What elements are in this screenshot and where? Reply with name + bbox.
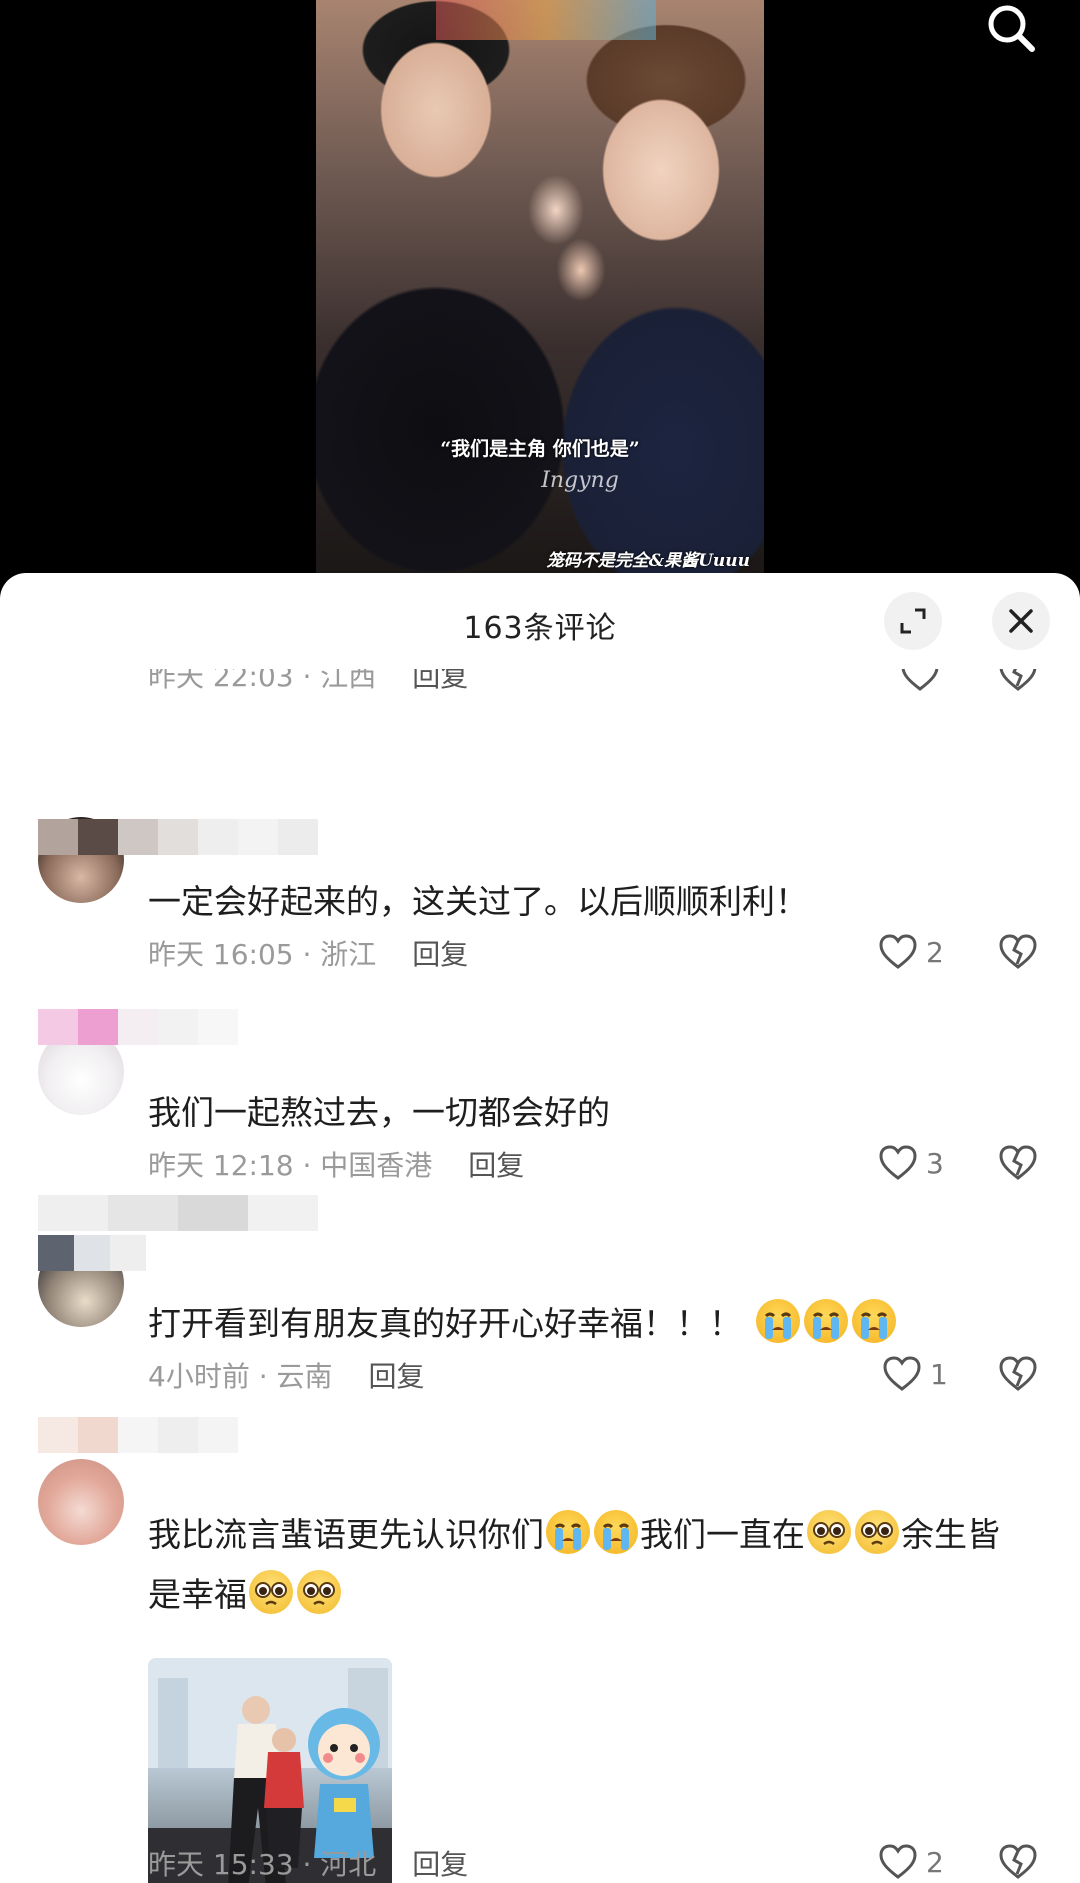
comment-sheet: 163条评论 昨天 22:03 · 江西 回复 一定会好起来的，这关过了。以后顺… xyxy=(0,573,1080,1883)
username-blurred[interactable] xyxy=(38,819,318,859)
like-count: 2 xyxy=(926,935,944,969)
comment-text: 一定会好起来的，这关过了。以后顺顺利利！ xyxy=(148,882,808,921)
reply-button[interactable]: 回复 xyxy=(369,1355,425,1395)
like-button[interactable]: 3 xyxy=(878,1144,944,1182)
comment-text: 我比流言蜚语更先认识你们 我们一直在 余生皆是幸福 xyxy=(148,1505,1028,1625)
reply-button[interactable]: 回复 xyxy=(412,1843,468,1883)
reply-button[interactable]: 回复 xyxy=(412,669,468,695)
dislike-button[interactable] xyxy=(998,1144,1038,1186)
reply-button[interactable]: 回复 xyxy=(412,933,468,973)
comment-meta: 昨天 16:05 · 浙江 回复 xyxy=(148,933,468,973)
pleading-emoji xyxy=(297,1570,341,1614)
crying-emoji xyxy=(804,1299,848,1343)
video-player[interactable]: “我们是主角 你们也是” Ingyng 笼码不是完全&果酱Uuuu xyxy=(0,0,1080,575)
pleading-emoji xyxy=(249,1570,293,1614)
comment-text-body: 我比流言蜚语更先认识你们 xyxy=(148,1515,544,1554)
comment-text-body: 打开看到有朋友真的好开心好幸福！！！ xyxy=(148,1304,742,1343)
comment-text: 我们一起熬过去，一切都会好的 xyxy=(148,1093,610,1132)
pleading-emoji xyxy=(807,1510,851,1554)
username-blurred[interactable] xyxy=(38,1235,146,1275)
broken-heart-icon xyxy=(999,934,1037,969)
like-count: 2 xyxy=(926,1845,944,1879)
heart-outline-icon xyxy=(879,1844,917,1879)
video-caption: “我们是主角 你们也是” xyxy=(440,438,640,460)
crying-emoji xyxy=(756,1299,800,1343)
heart-outline-icon xyxy=(901,669,939,691)
search-icon[interactable] xyxy=(980,0,1042,58)
like-count: 1 xyxy=(930,1357,948,1391)
broken-heart-icon xyxy=(999,1844,1037,1879)
dislike-button[interactable] xyxy=(998,669,1038,697)
comment-meta-last: 昨天 15:33 · 河北 回复 xyxy=(148,1843,468,1883)
avatar[interactable] xyxy=(38,1459,124,1545)
like-count: 3 xyxy=(926,1146,944,1180)
close-icon xyxy=(1009,609,1033,633)
dislike-button[interactable] xyxy=(998,1355,1038,1397)
crying-emoji xyxy=(852,1299,896,1343)
comment-text: 打开看到有朋友真的好开心好幸福！！！ xyxy=(148,1294,1028,1354)
comment-list[interactable]: 昨天 22:03 · 江西 回复 一定会好起来的，这关过了。以后顺顺利利！ 昨天… xyxy=(0,669,1080,1883)
like-button[interactable]: 1 xyxy=(882,1355,948,1393)
video-frame[interactable]: “我们是主角 你们也是” Ingyng 笼码不是完全&果酱Uuuu xyxy=(316,0,764,575)
crying-emoji xyxy=(594,1510,638,1554)
broken-heart-icon xyxy=(999,1356,1037,1391)
pleading-emoji xyxy=(855,1510,899,1554)
heart-outline-icon xyxy=(883,1356,921,1391)
reply-button[interactable]: 回复 xyxy=(468,1144,524,1184)
comment-sheet-header: 163条评论 xyxy=(0,573,1080,669)
like-button[interactable]: 2 xyxy=(878,933,944,971)
like-button[interactable]: 2 xyxy=(878,1843,944,1881)
broken-heart-icon xyxy=(999,669,1037,691)
dislike-button[interactable] xyxy=(998,933,1038,975)
close-button[interactable] xyxy=(992,592,1050,650)
broken-heart-icon xyxy=(999,1145,1037,1180)
comment-text-body: 我们一直在 xyxy=(640,1515,805,1554)
heart-outline-icon xyxy=(879,1145,917,1180)
expand-icon xyxy=(900,608,926,634)
list-item: 昨天 22:03 · 江西 回复 xyxy=(0,669,1080,709)
expand-button[interactable] xyxy=(884,592,942,650)
comment-time-location: 昨天 16:05 · 浙江 xyxy=(148,938,377,971)
heart-outline-icon xyxy=(879,934,917,969)
crying-emoji xyxy=(546,1510,590,1554)
username-blurred[interactable] xyxy=(38,1195,318,1235)
comment-meta: 昨天 12:18 · 中国香港 回复 xyxy=(148,1144,524,1184)
video-signature: Ingyng xyxy=(541,468,619,493)
video-background-banner xyxy=(436,0,656,40)
comment-time-location: 昨天 22:03 · 江西 xyxy=(148,669,377,693)
like-button[interactable] xyxy=(900,669,940,693)
comment-time-location: 昨天 12:18 · 中国香港 xyxy=(148,1149,433,1182)
dislike-button[interactable] xyxy=(998,1843,1038,1883)
comment-time-location: 4小时前 · 云南 xyxy=(148,1360,333,1393)
comment-time-location: 昨天 15:33 · 河北 xyxy=(148,1848,377,1881)
video-credit: 笼码不是完全&果酱Uuuu xyxy=(546,551,750,571)
username-blurred[interactable] xyxy=(38,1009,238,1049)
comment-meta: 4小时前 · 云南 回复 xyxy=(148,1355,425,1395)
username-blurred[interactable] xyxy=(38,1417,238,1457)
comment-meta: 昨天 22:03 · 江西 回复 xyxy=(148,669,468,695)
